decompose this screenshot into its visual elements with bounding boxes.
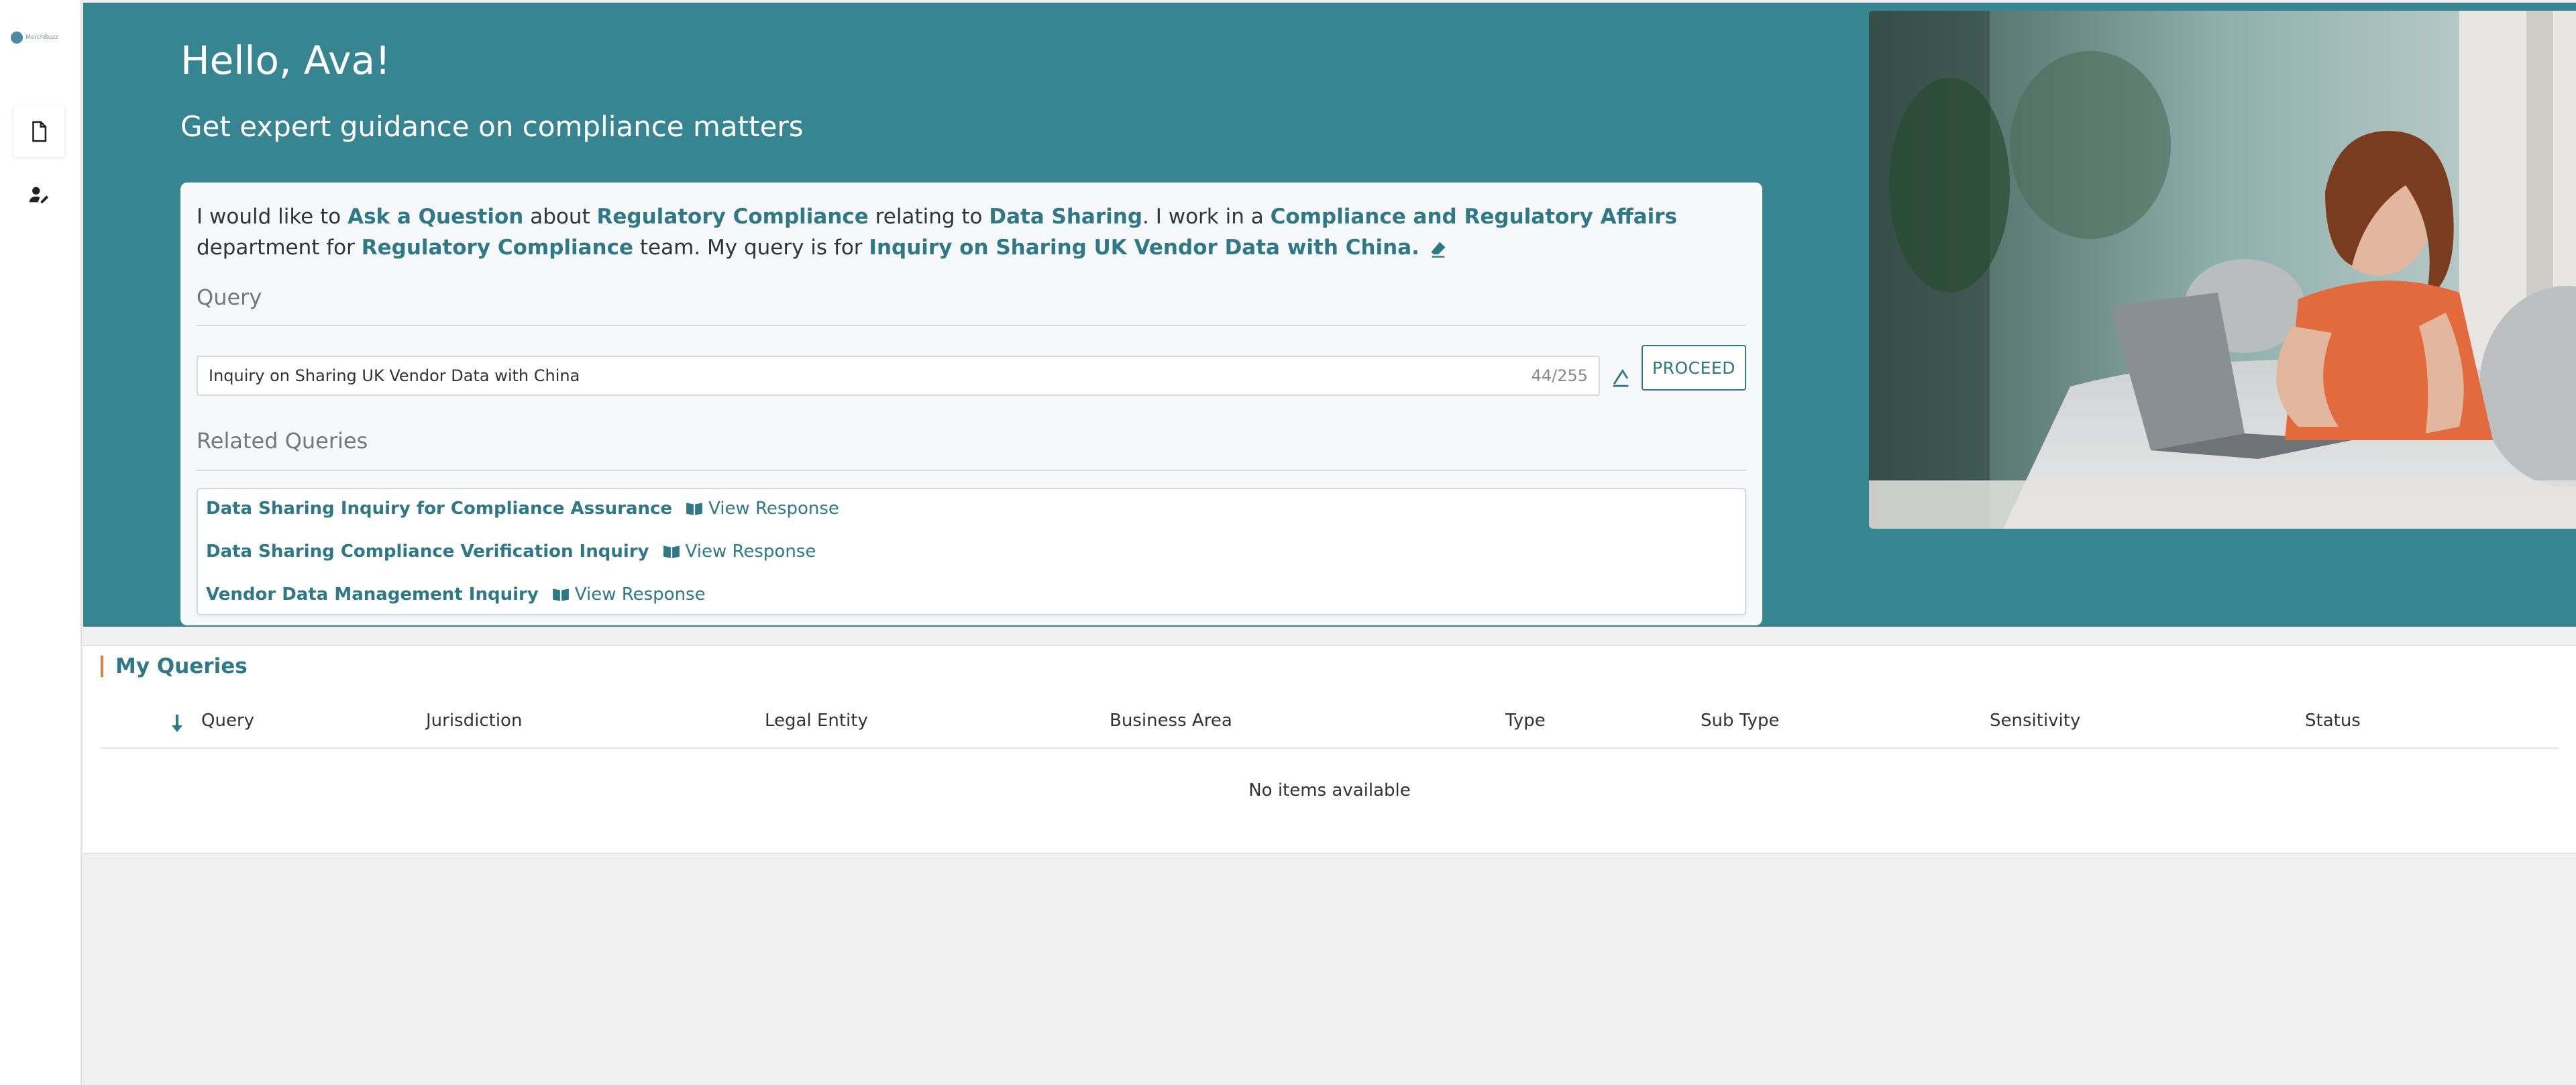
related-queries-label: Related Queries bbox=[197, 428, 368, 454]
sidebar-item-documents[interactable] bbox=[13, 106, 64, 157]
view-response-link[interactable]: View Response bbox=[663, 541, 816, 562]
eraser-icon[interactable] bbox=[1429, 240, 1448, 258]
sentence-text: relating to bbox=[868, 205, 989, 229]
column-header-business-area[interactable]: Business Area bbox=[1110, 711, 1232, 731]
sentence-text: about bbox=[523, 205, 597, 229]
view-response-label: View Response bbox=[708, 499, 839, 519]
logo-text: MerchBuzz bbox=[25, 34, 58, 41]
query-input[interactable]: Inquiry on Sharing UK Vendor Data with C… bbox=[197, 356, 1600, 396]
sentence-subtopic[interactable]: Data Sharing bbox=[989, 205, 1142, 229]
user-edit-icon bbox=[29, 187, 49, 203]
column-header-sub-type[interactable]: Sub Type bbox=[1701, 711, 1779, 731]
query-divider bbox=[197, 325, 1746, 326]
sentence-action[interactable]: Ask a Question bbox=[347, 205, 523, 229]
my-queries-title: My Queries bbox=[101, 656, 248, 677]
sentence-team[interactable]: Regulatory Compliance bbox=[362, 236, 633, 260]
list-item: Vendor Data Management Inquiry View Resp… bbox=[206, 584, 706, 605]
list-item: Data Sharing Compliance Verification Inq… bbox=[206, 541, 816, 562]
my-queries-panel: My Queries Query Jurisdiction Legal Enti… bbox=[83, 645, 2576, 854]
wand-icon[interactable] bbox=[1609, 365, 1632, 388]
sentence-text: . I work in a bbox=[1142, 205, 1271, 229]
view-response-link[interactable]: View Response bbox=[686, 499, 839, 519]
sentence-text: I would like to bbox=[197, 205, 348, 229]
query-input-value: Inquiry on Sharing UK Vendor Data with C… bbox=[209, 366, 580, 385]
book-icon bbox=[686, 503, 702, 515]
book-icon bbox=[663, 546, 680, 558]
column-header-sensitivity[interactable]: Sensitivity bbox=[1990, 711, 2080, 731]
proceed-button[interactable]: PROCEED bbox=[1642, 345, 1746, 391]
related-query-title[interactable]: Data Sharing Compliance Verification Inq… bbox=[206, 541, 649, 562]
sentence-topic[interactable]: Regulatory Compliance bbox=[597, 205, 869, 229]
view-response-label: View Response bbox=[685, 541, 816, 562]
empty-state-message: No items available bbox=[1248, 780, 1411, 800]
related-query-title[interactable]: Vendor Data Management Inquiry bbox=[206, 584, 539, 605]
sentence-department[interactable]: Compliance and Regulatory Affairs bbox=[1271, 205, 1677, 229]
list-item: Data Sharing Inquiry for Compliance Assu… bbox=[206, 499, 839, 519]
app-logo[interactable]: MerchBuzz bbox=[11, 30, 67, 46]
sort-down-icon[interactable] bbox=[170, 713, 184, 733]
column-header-status[interactable]: Status bbox=[2305, 711, 2361, 731]
greeting: Hello, Ava! bbox=[180, 38, 391, 83]
view-response-link[interactable]: View Response bbox=[552, 584, 706, 605]
woman-laptop-image bbox=[1869, 11, 2576, 529]
book-icon bbox=[552, 588, 569, 601]
sentence-text: department for bbox=[197, 236, 362, 260]
table-header-divider bbox=[101, 747, 2559, 749]
sentence-text: team. My query is for bbox=[633, 236, 869, 260]
related-query-title[interactable]: Data Sharing Inquiry for Compliance Assu… bbox=[206, 499, 672, 519]
queries-table-header: Query Jurisdiction Legal Entity Business… bbox=[83, 711, 2576, 745]
hero-banner: Hello, Ava! Get expert guidance on compl… bbox=[83, 3, 2576, 627]
related-queries-list: Data Sharing Inquiry for Compliance Assu… bbox=[197, 488, 1746, 615]
view-response-label: View Response bbox=[574, 584, 706, 605]
query-char-counter: 44/255 bbox=[1531, 366, 1588, 385]
sentence-query[interactable]: Inquiry on Sharing UK Vendor Data with C… bbox=[869, 236, 1419, 260]
column-header-query[interactable]: Query bbox=[201, 711, 254, 731]
hero-subtitle: Get expert guidance on compliance matter… bbox=[180, 110, 804, 143]
column-header-legal-entity[interactable]: Legal Entity bbox=[765, 711, 868, 731]
document-icon bbox=[32, 121, 47, 142]
sidebar-item-user-manage[interactable] bbox=[13, 169, 64, 220]
sidebar: MerchBuzz bbox=[0, 0, 82, 1085]
hero-photo bbox=[1869, 11, 2576, 529]
query-card: I would like to Ask a Question about Reg… bbox=[180, 183, 1762, 625]
query-label: Query bbox=[197, 285, 262, 310]
column-header-type[interactable]: Type bbox=[1505, 711, 1546, 731]
query-sentence: I would like to Ask a Question about Reg… bbox=[197, 201, 1753, 263]
logo-mark bbox=[11, 32, 23, 44]
related-divider bbox=[197, 470, 1746, 471]
column-header-jurisdiction[interactable]: Jurisdiction bbox=[426, 711, 522, 731]
